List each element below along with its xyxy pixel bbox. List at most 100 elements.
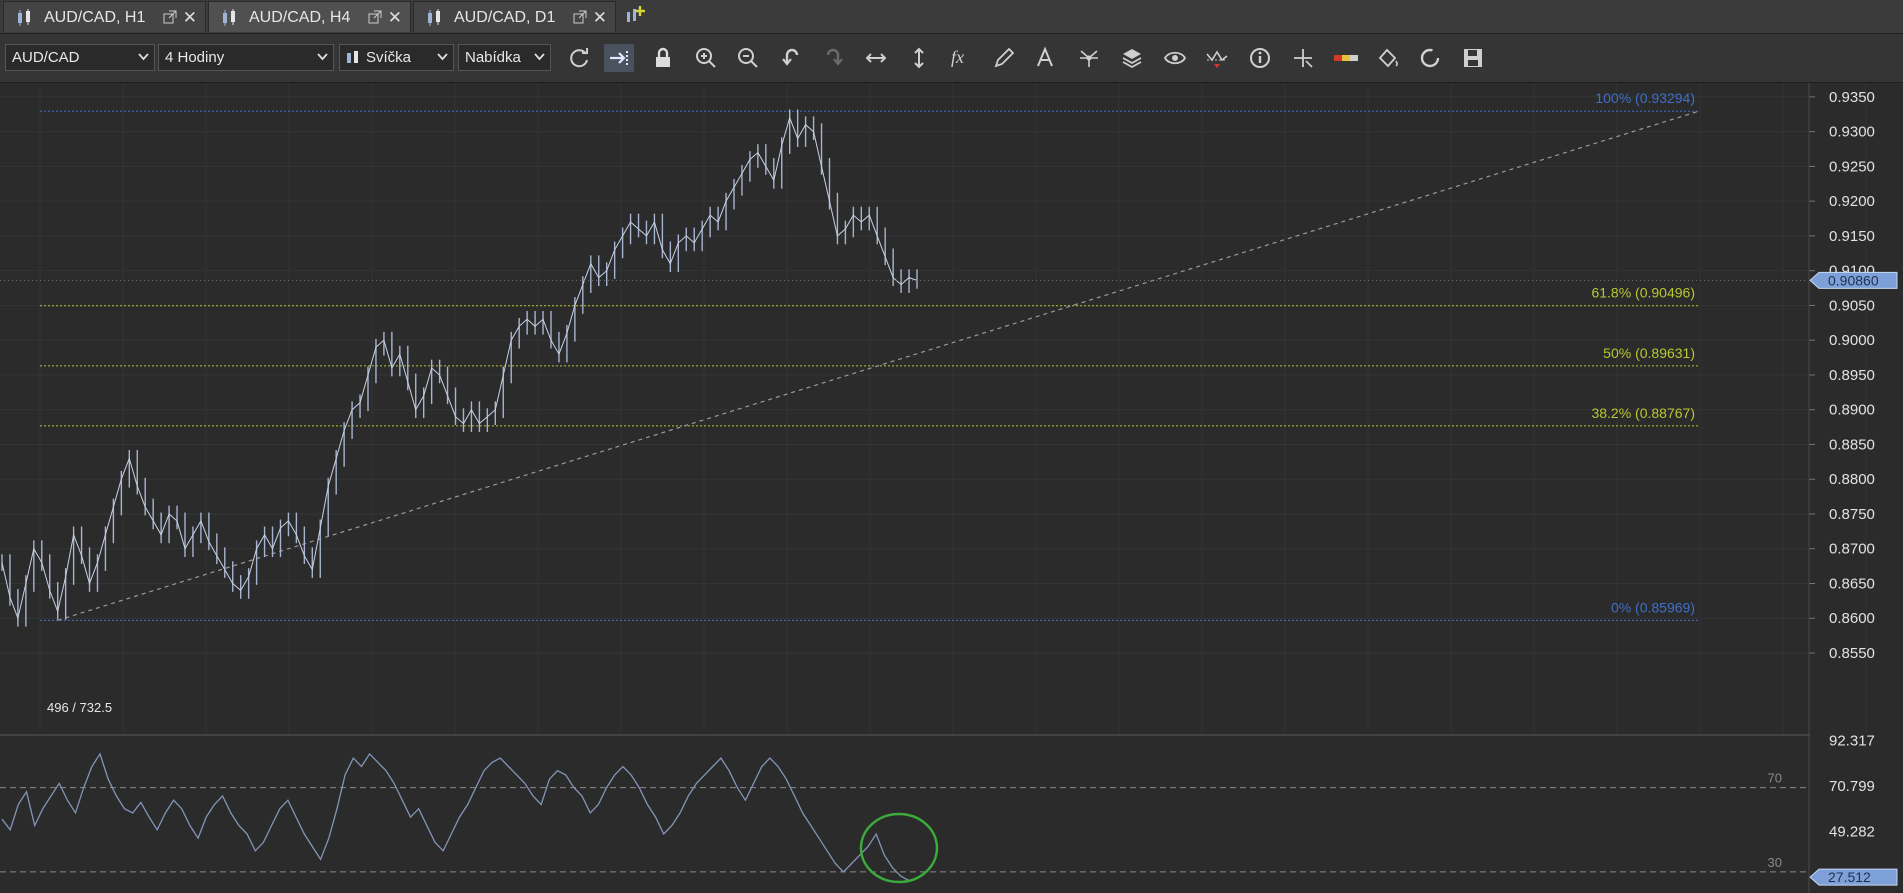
rsi-axis: 92.317 70.799 49.282 <box>1829 733 1875 841</box>
current-price-tag: 0.90860 <box>1809 271 1898 289</box>
text-tool-button[interactable] <box>1031 44 1061 72</box>
candlestick-chart-icon <box>18 9 30 26</box>
draw-pencil-icon <box>994 47 1015 68</box>
tab-label: AUD/CAD, H4 <box>249 9 351 26</box>
chevron-down-icon <box>138 53 149 61</box>
chart-type-value: Svíčka <box>366 49 412 66</box>
auto-shift-icon <box>610 51 628 65</box>
offer-side-select[interactable]: Nabídka <box>458 44 551 71</box>
rsi-tick-label: 49.282 <box>1829 823 1875 840</box>
tab-label: AUD/CAD, D1 <box>454 9 556 26</box>
rsi-line <box>1 752 918 882</box>
price-tick-label: 0.9200 <box>1829 193 1875 210</box>
price-tick-label: 0.8800 <box>1829 471 1875 488</box>
instrument-select[interactable]: AUD/CAD <box>5 44 155 71</box>
chevron-down-icon <box>437 53 448 61</box>
horizontal-scale-icon <box>865 53 887 63</box>
undo-icon <box>782 48 799 66</box>
rsi-levels: 70 30 <box>0 771 1808 873</box>
chart-toolbar: AUD/CAD 4 Hodiny Svíčka Nabídka fx <box>0 34 1903 83</box>
oscillator-button[interactable] <box>1202 44 1232 72</box>
price-tick-label: 0.8750 <box>1829 506 1875 523</box>
zoom-out-icon <box>738 48 758 68</box>
chevron-down-icon <box>534 53 545 61</box>
add-chart-tab-icon[interactable] <box>624 4 648 28</box>
period-value: 4 Hodiny <box>165 49 225 66</box>
price-tick-label: 0.9350 <box>1829 89 1875 106</box>
layers-button[interactable] <box>1117 44 1147 72</box>
horizontal-scale-button[interactable] <box>861 44 891 72</box>
lock-button[interactable] <box>648 44 678 72</box>
zoom-in-icon <box>696 48 716 68</box>
rsi-current-tag: 27.512 <box>1809 868 1898 886</box>
tab-aud-cad-h4[interactable]: AUD/CAD, H4 ✕ <box>208 1 411 32</box>
fib-level-label: 61.8% (0.90496) <box>1591 285 1695 301</box>
zoom-in-button[interactable] <box>691 44 721 72</box>
fill-icon <box>1378 48 1398 68</box>
undo-button[interactable] <box>776 44 806 72</box>
price-chart[interactable]: 100% (0.93294) 61.8% (0.90496) 50% (0.8963… <box>0 83 1903 893</box>
fib-level-label: 100% (0.93294) <box>1595 90 1695 106</box>
svg-text:fx: fx <box>951 47 964 67</box>
lock-icon <box>656 47 670 67</box>
vertical-scale-icon <box>914 47 924 69</box>
candlestick-chart-icon <box>223 9 235 26</box>
popout-icon[interactable] <box>573 10 587 24</box>
price-tick-label: 0.8650 <box>1829 575 1875 592</box>
zoom-out-button[interactable] <box>733 44 763 72</box>
rsi-current-value: 27.512 <box>1828 869 1871 885</box>
color-theme-icon <box>1334 55 1358 61</box>
visibility-button[interactable] <box>1160 44 1190 72</box>
auto-shift-button[interactable] <box>604 44 634 72</box>
eye-icon <box>1163 51 1187 65</box>
chart-type-select[interactable]: Svíčka <box>339 44 454 71</box>
fill-button[interactable] <box>1373 44 1403 72</box>
indicator-button[interactable]: fx <box>946 44 976 72</box>
tab-aud-cad-h1[interactable]: AUD/CAD, H1 ✕ <box>3 1 206 32</box>
refresh-button[interactable] <box>564 44 594 72</box>
popout-icon[interactable] <box>163 10 177 24</box>
price-line <box>1 116 918 620</box>
oscillator-icon <box>1206 50 1228 68</box>
crosshair-icon <box>1294 49 1313 68</box>
refresh-icon <box>570 48 588 68</box>
rsi-tick-label: 70.799 <box>1829 778 1875 795</box>
crosshair-button[interactable] <box>1288 44 1318 72</box>
rsi-level-label: 70 <box>1768 771 1782 786</box>
candlestick-chart-icon <box>428 9 440 26</box>
info-icon <box>1250 48 1270 68</box>
close-tab-icon[interactable]: ✕ <box>593 9 607 26</box>
close-tab-icon[interactable]: ✕ <box>388 9 402 26</box>
period-select[interactable]: 4 Hodiny <box>158 44 334 71</box>
chevron-down-icon <box>317 53 328 61</box>
redo-button[interactable] <box>819 44 849 72</box>
rsi-level-label: 30 <box>1768 855 1782 870</box>
pattern-button[interactable] <box>1074 44 1104 72</box>
chart-grid <box>0 83 1867 733</box>
cycle-button[interactable] <box>1415 44 1445 72</box>
instrument-value: AUD/CAD <box>12 49 80 66</box>
save-button[interactable] <box>1458 44 1488 72</box>
vertical-scale-button[interactable] <box>904 44 934 72</box>
layers-icon <box>1122 49 1142 69</box>
fib-level-label: 38.2% (0.88767) <box>1591 405 1695 421</box>
price-axis[interactable]: 0.93500.93000.92500.92000.91500.91000.90… <box>1809 89 1875 662</box>
popout-icon[interactable] <box>368 10 382 24</box>
ruler-label: 496 / 732.5 <box>47 700 112 715</box>
close-tab-icon[interactable]: ✕ <box>183 9 197 26</box>
price-tick-label: 0.9150 <box>1829 228 1875 245</box>
draw-button[interactable] <box>989 44 1019 72</box>
price-tick-label: 0.8850 <box>1829 436 1875 453</box>
price-tick-label: 0.9300 <box>1829 124 1875 141</box>
info-button[interactable] <box>1245 44 1275 72</box>
price-tick-label: 0.8600 <box>1829 610 1875 627</box>
tab-aud-cad-d1[interactable]: AUD/CAD, D1 ✕ <box>413 1 616 32</box>
rsi-panel[interactable]: 70 30 92.317 70.799 49.282 27.512 <box>0 733 1898 886</box>
price-tick-label: 0.8950 <box>1829 367 1875 384</box>
price-tick-label: 0.8550 <box>1829 645 1875 662</box>
price-tick-label: 0.9050 <box>1829 297 1875 314</box>
save-icon <box>1464 49 1482 67</box>
text-tool-icon <box>1037 46 1053 67</box>
price-tick-label: 0.9000 <box>1829 332 1875 349</box>
color-theme-button[interactable] <box>1330 44 1360 72</box>
